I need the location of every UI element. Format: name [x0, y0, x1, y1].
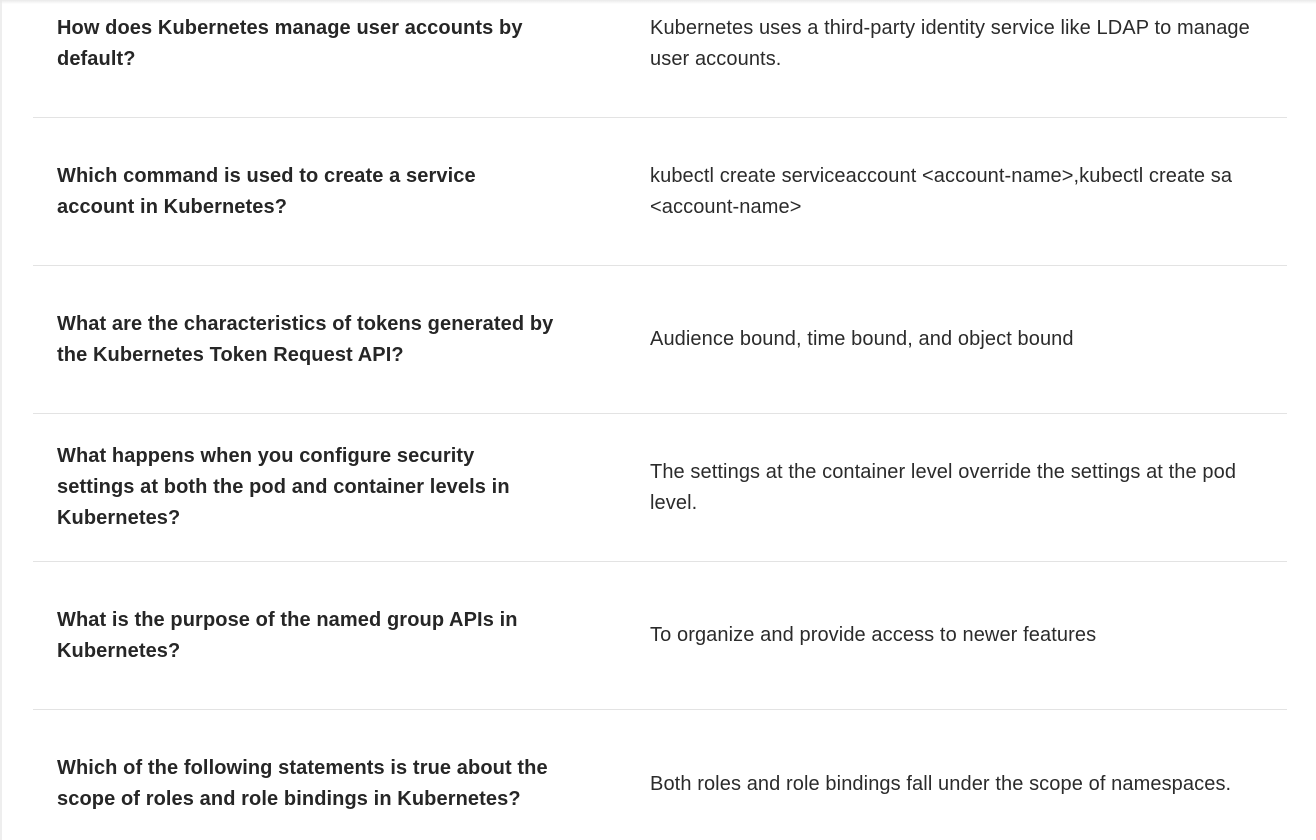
question-cell: Which command is used to create a servic… [57, 164, 476, 218]
answer-cell: Kubernetes uses a third-party identity s… [650, 16, 1250, 70]
answer-cell: Audience bound, time bound, and object b… [650, 328, 1074, 350]
answer-cell: The settings at the container level over… [650, 460, 1237, 514]
question-cell: What is the purpose of the named group A… [57, 608, 518, 662]
question-cell: What happens when you configure security… [57, 445, 510, 529]
question-cell: Which of the following statements is tru… [57, 757, 548, 810]
qa-table: How does Kubernetes manage user accounts… [33, 0, 1287, 840]
question-cell: What are the characteristics of tokens g… [57, 312, 554, 366]
table-row: Which command is used to create a servic… [33, 118, 1287, 266]
table-row: Which of the following statements is tru… [33, 710, 1287, 840]
table-row: What is the purpose of the named group A… [33, 562, 1287, 710]
table-row: What are the characteristics of tokens g… [33, 266, 1287, 414]
left-border [0, 0, 2, 840]
answer-cell: To organize and provide access to newer … [650, 624, 1097, 646]
answer-cell: kubectl create serviceaccount <account-n… [650, 164, 1233, 218]
table-row: What happens when you configure security… [33, 414, 1287, 562]
page: How does Kubernetes manage user accounts… [0, 0, 1316, 840]
answer-cell: Both roles and role bindings fall under … [650, 772, 1232, 795]
question-cell: How does Kubernetes manage user accounts… [57, 16, 523, 70]
table-row: How does Kubernetes manage user accounts… [33, 0, 1287, 118]
